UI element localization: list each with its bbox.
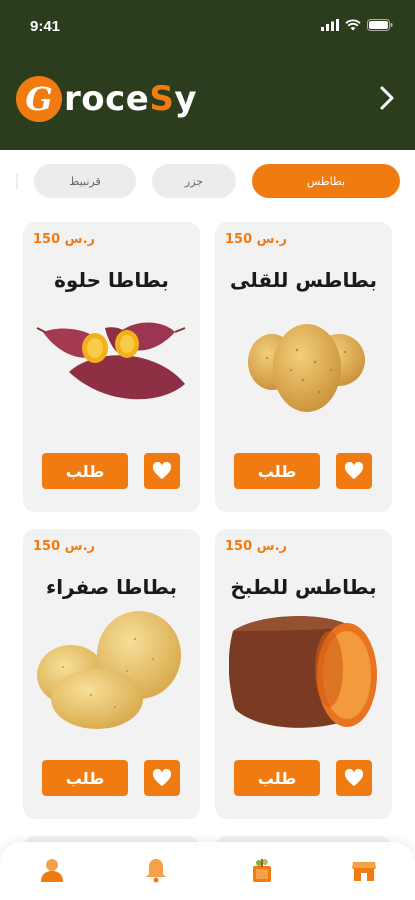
product-price: 150 ر.س xyxy=(225,539,288,554)
yellow-potatoes-image xyxy=(37,611,181,729)
heart-icon xyxy=(344,769,364,787)
product-price: 150 ر.س xyxy=(33,539,96,554)
status-bar: 9:41 xyxy=(0,0,415,50)
tab-carrots[interactable]: جزر xyxy=(152,164,236,198)
tab-cauliflower[interactable]: قرنبيط xyxy=(34,164,136,198)
status-time: 9:41 xyxy=(30,18,61,35)
sweet-potatoes-image xyxy=(36,322,186,400)
header: 9:41 G roceSy xyxy=(0,0,415,150)
order-button[interactable]: طلب xyxy=(234,453,320,489)
potatoes-image xyxy=(248,324,365,412)
bottom-nav xyxy=(0,842,415,900)
grocery-bag-icon[interactable] xyxy=(248,856,276,884)
heart-icon xyxy=(152,769,172,787)
favorite-button[interactable] xyxy=(144,453,180,489)
favorite-button[interactable] xyxy=(144,760,180,796)
battery-icon xyxy=(367,19,393,31)
tab-potatoes[interactable]: بطاطس xyxy=(252,164,400,198)
status-icons xyxy=(321,19,393,31)
logo-mark: G xyxy=(16,76,62,122)
order-button[interactable]: طلب xyxy=(234,760,320,796)
product-card[interactable]: 150 ر.س بطاطس للطبخ طلب xyxy=(215,529,392,819)
category-tabs: بطاطس جزر قرنبيط xyxy=(0,164,415,198)
product-name: بطاطا حلوة xyxy=(54,268,169,292)
tab-overflow-edge xyxy=(16,173,18,189)
signal-icon xyxy=(321,19,339,31)
profile-icon[interactable] xyxy=(38,856,66,884)
store-icon[interactable] xyxy=(350,856,378,884)
wifi-icon xyxy=(345,19,361,31)
product-name: بطاطس للطبخ xyxy=(230,575,377,599)
order-button[interactable]: طلب xyxy=(42,760,128,796)
product-price: 150 ر.س xyxy=(33,232,96,247)
chevron-right-icon[interactable] xyxy=(373,84,401,112)
favorite-button[interactable] xyxy=(336,453,372,489)
bell-icon[interactable] xyxy=(142,856,170,884)
product-card[interactable]: 150 ر.س بطاطا حلوة طلب xyxy=(23,222,200,512)
app-screen: 9:41 G roceSy بطاطس جزر قرنبيط 150 ر.س ب… xyxy=(0,0,415,900)
logo-wordmark: roceSy xyxy=(64,79,198,119)
cooking-potato-image xyxy=(229,616,377,728)
grocesy-logo: G roceSy xyxy=(16,76,197,122)
product-name: بطاطس للقلى xyxy=(229,268,378,292)
product-name: بطاطا صفراء xyxy=(45,575,178,599)
favorite-button[interactable] xyxy=(336,760,372,796)
product-card[interactable]: 150 ر.س بطاطا صفراء طلب xyxy=(23,529,200,819)
heart-icon xyxy=(344,462,364,480)
heart-icon xyxy=(152,462,172,480)
product-card[interactable]: 150 ر.س بطاطس للقلى طلب xyxy=(215,222,392,512)
product-price: 150 ر.س xyxy=(225,232,288,247)
order-button[interactable]: طلب xyxy=(42,453,128,489)
